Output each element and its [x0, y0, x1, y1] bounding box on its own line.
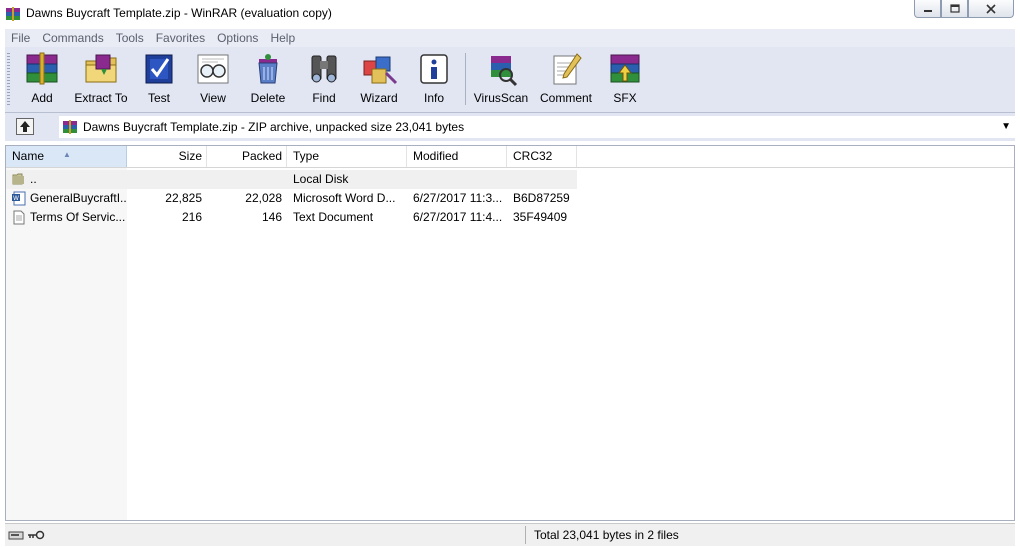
cell-name: ..: [30, 172, 37, 186]
table-row-parent[interactable]: .. Local Disk: [6, 170, 577, 189]
view-button[interactable]: View: [190, 51, 236, 109]
wizard-button[interactable]: Wizard: [355, 51, 403, 109]
cell-modified: 6/27/2017 11:3...: [413, 191, 503, 205]
menu-favorites[interactable]: Favorites: [150, 31, 211, 45]
binoculars-icon: [311, 55, 337, 83]
table-row[interactable]: W GeneralBuycraftI... 22,825 22,028 Micr…: [6, 189, 577, 208]
cell-size: 22,825: [165, 191, 202, 205]
add-button[interactable]: Add: [19, 51, 65, 109]
winrar-archive-icon: [63, 120, 77, 134]
delete-button[interactable]: Delete: [245, 51, 291, 109]
address-combobox[interactable]: Dawns Buycraft Template.zip - ZIP archiv…: [59, 116, 1015, 138]
add-archive-icon: [26, 52, 58, 85]
toolbar-grip[interactable]: [7, 53, 10, 105]
status-text: Total 23,041 bytes in 2 files: [534, 528, 679, 542]
find-button[interactable]: Find: [301, 51, 347, 109]
extract-folder-icon: [85, 54, 117, 83]
menu-commands[interactable]: Commands: [36, 31, 109, 45]
column-header-crc32[interactable]: CRC32: [507, 146, 577, 167]
column-header-modified[interactable]: Modified: [407, 146, 507, 167]
menu-file[interactable]: File: [5, 31, 36, 45]
table-row[interactable]: Terms Of Servic... 216 146 Text Document…: [6, 208, 577, 227]
window-controls: [914, 0, 1014, 20]
cell-crc32: 35F49409: [513, 210, 568, 224]
info-button[interactable]: Info: [411, 51, 457, 109]
column-header-name[interactable]: Name ▲: [6, 146, 127, 167]
window-title: Dawns Buycraft Template.zip - WinRAR (ev…: [26, 6, 332, 20]
toolbar: Add Extract To Test View Delete Find Wiz…: [5, 47, 1015, 113]
minimize-button[interactable]: [914, 0, 941, 18]
comment-pencil-icon: [553, 53, 582, 85]
address-bar: Dawns Buycraft Template.zip - ZIP archiv…: [5, 113, 1015, 141]
sfx-icon: [610, 54, 640, 83]
status-bar: Total 23,041 bytes in 2 files: [5, 523, 1015, 546]
dropdown-arrow-icon[interactable]: ▼: [1001, 121, 1011, 132]
extract-to-button[interactable]: Extract To: [71, 51, 131, 109]
status-left-pane: [5, 526, 526, 544]
wizard-icon: [363, 56, 398, 85]
sort-ascending-icon: ▲: [63, 150, 71, 159]
comment-button[interactable]: Comment: [535, 51, 597, 109]
virusscan-button[interactable]: VirusScan: [473, 51, 529, 109]
cell-modified: 6/27/2017 11:4...: [413, 210, 503, 224]
disk-icon[interactable]: [8, 529, 24, 541]
toolbar-separator: [465, 53, 466, 105]
address-text: Dawns Buycraft Template.zip - ZIP archiv…: [83, 120, 465, 134]
file-list[interactable]: Name ▲ Size Packed Type Modified CRC32 .…: [5, 145, 1015, 521]
close-icon: [986, 3, 996, 14]
cell-packed: 22,028: [245, 191, 282, 205]
info-icon: [420, 54, 448, 84]
virus-scan-icon: [491, 56, 518, 87]
text-document-icon: [13, 210, 25, 225]
test-button[interactable]: Test: [137, 51, 181, 109]
test-check-icon: [145, 54, 173, 84]
up-folder-button[interactable]: [16, 118, 34, 135]
menu-options[interactable]: Options: [211, 31, 264, 45]
cell-name: GeneralBuycraftI...: [30, 191, 126, 205]
cell-name: Terms Of Servic...: [30, 210, 126, 224]
view-glasses-icon: [197, 54, 229, 84]
svg-text:W: W: [13, 195, 19, 202]
maximize-button[interactable]: [941, 0, 968, 18]
cell-packed: 146: [261, 210, 282, 224]
cell-type: Text Document: [293, 210, 374, 224]
winrar-books-icon: [6, 7, 20, 21]
column-header-packed[interactable]: Packed: [207, 146, 287, 167]
close-button[interactable]: [968, 0, 1014, 18]
cell-size: 216: [181, 210, 202, 224]
menu-help[interactable]: Help: [264, 31, 301, 45]
folder-icon: [12, 173, 24, 185]
cell-type: Microsoft Word D...: [293, 191, 396, 205]
cell-type: Local Disk: [293, 172, 349, 186]
delete-bin-icon: [258, 54, 278, 84]
column-header-type[interactable]: Type: [287, 146, 407, 167]
title-bar: Dawns Buycraft Template.zip - WinRAR (ev…: [0, 0, 1020, 28]
minimize-icon: [923, 9, 932, 12]
up-folder-icon: [20, 121, 30, 132]
cell-crc32: B6D87259: [513, 191, 570, 205]
sfx-button[interactable]: SFX: [605, 51, 645, 109]
column-header-row: Name ▲ Size Packed Type Modified CRC32: [6, 146, 1014, 168]
word-document-icon: W: [12, 191, 26, 206]
menu-tools[interactable]: Tools: [110, 31, 150, 45]
maximize-icon: [949, 4, 960, 13]
menu-bar: File Commands Tools Favorites Options He…: [5, 29, 1015, 47]
column-header-size[interactable]: Size: [127, 146, 207, 167]
key-icon[interactable]: [27, 529, 45, 541]
